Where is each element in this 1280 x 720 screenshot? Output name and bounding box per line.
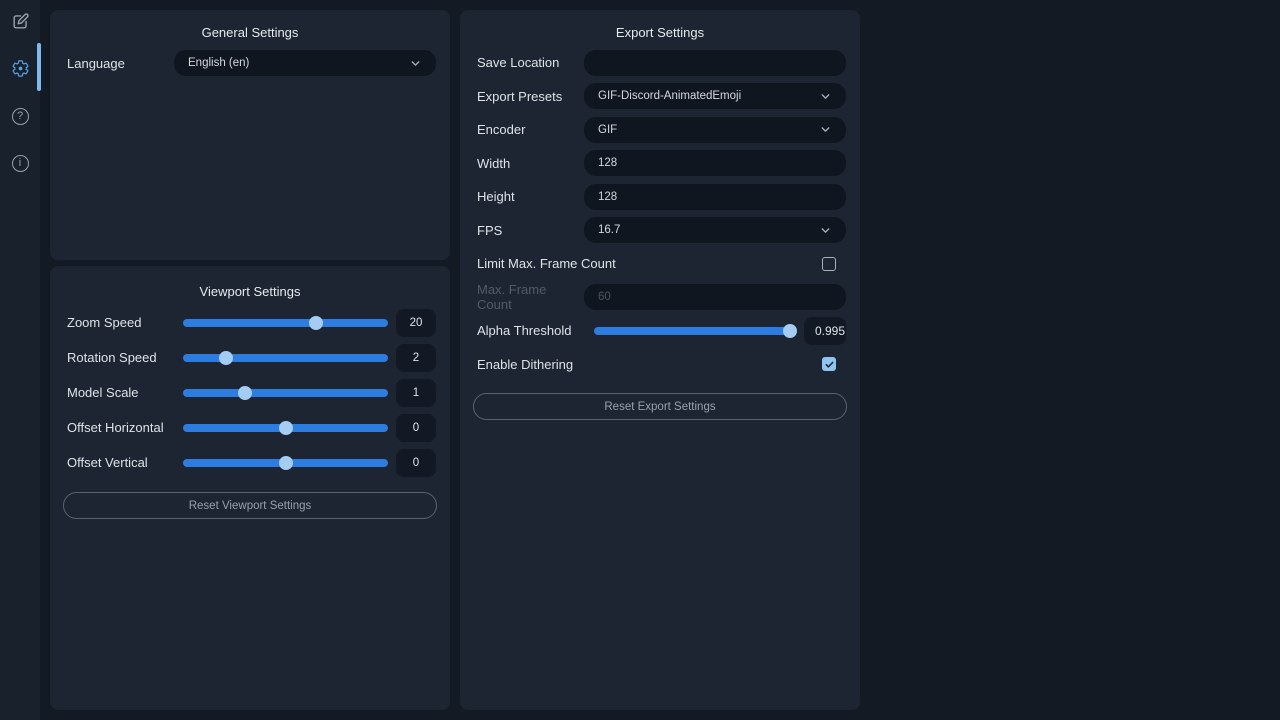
slider-track[interactable] (183, 354, 388, 362)
help-icon: ? (12, 108, 29, 125)
encoder-label: Encoder (477, 122, 584, 137)
zoom-speed-slider[interactable] (183, 316, 388, 330)
slider-thumb[interactable] (279, 421, 293, 435)
language-row: Language English (en) (50, 50, 450, 76)
fps-select[interactable]: 16.7 (584, 217, 846, 243)
enable-dithering-row: Enable Dithering (460, 348, 860, 382)
edit-icon (11, 12, 30, 36)
save-location-row: Save Location (460, 46, 860, 80)
slider-thumb[interactable] (279, 456, 293, 470)
max-frame-count-label: Max. Frame Count (477, 282, 584, 312)
sidebar-item-edit[interactable] (10, 12, 30, 32)
export-presets-row: Export Presets GIF-Discord-AnimatedEmoji (460, 80, 860, 114)
alpha-threshold-row: Alpha Threshold 0.995 (460, 314, 860, 348)
rotation-speed-label: Rotation Speed (67, 350, 183, 365)
reset-export-settings-button[interactable]: Reset Export Settings (473, 393, 847, 420)
limit-max-frame-count-label: Limit Max. Frame Count (477, 256, 616, 271)
rotation-speed-value: 2 (396, 344, 436, 372)
gear-icon (11, 59, 30, 83)
chevron-down-icon (819, 123, 832, 136)
fps-row: FPS 16.7 (460, 214, 860, 248)
offset-horizontal-label: Offset Horizontal (67, 420, 183, 435)
offset-horizontal-value: 0 (396, 414, 436, 442)
slider-thumb[interactable] (309, 316, 323, 330)
offset-vertical-label: Offset Vertical (67, 455, 183, 470)
fps-label: FPS (477, 223, 584, 238)
enable-dithering-label: Enable Dithering (477, 357, 573, 372)
alpha-threshold-slider[interactable] (594, 324, 796, 338)
width-input[interactable] (584, 150, 846, 176)
language-select[interactable]: English (en) (174, 50, 436, 76)
export-settings-title: Export Settings (460, 10, 860, 40)
sidebar-item-settings[interactable] (10, 59, 30, 79)
encoder-value: GIF (598, 124, 617, 136)
save-location-input[interactable] (584, 50, 846, 76)
max-frame-count-row: Max. Frame Count (460, 281, 860, 315)
export-presets-value: GIF-Discord-AnimatedEmoji (598, 90, 741, 102)
offset-vertical-row: Offset Vertical 0 (50, 445, 450, 480)
max-frame-count-input (584, 284, 846, 310)
export-presets-select[interactable]: GIF-Discord-AnimatedEmoji (584, 83, 846, 109)
model-scale-value: 1 (396, 379, 436, 407)
active-tab-indicator (37, 43, 41, 91)
offset-vertical-slider[interactable] (183, 456, 388, 470)
chevron-down-icon (819, 224, 832, 237)
rotation-speed-slider[interactable] (183, 351, 388, 365)
info-icon: i (12, 155, 29, 172)
offset-horizontal-row: Offset Horizontal 0 (50, 410, 450, 445)
slider-thumb[interactable] (783, 324, 797, 338)
viewport-settings-panel: Viewport Settings Zoom Speed 20 Rotation… (50, 266, 450, 710)
height-row: Height (460, 180, 860, 214)
alpha-threshold-label: Alpha Threshold (477, 323, 584, 338)
export-settings-panel: Export Settings Save Location Export Pre… (460, 10, 860, 710)
height-input[interactable] (584, 184, 846, 210)
model-scale-slider[interactable] (183, 386, 388, 400)
alpha-threshold-value: 0.995 (804, 317, 846, 345)
model-scale-label: Model Scale (67, 385, 183, 400)
general-settings-panel: General Settings Language English (en) (50, 10, 450, 260)
sidebar-item-help[interactable]: ? (10, 106, 30, 126)
model-scale-row: Model Scale 1 (50, 375, 450, 410)
language-select-value: English (en) (188, 57, 249, 69)
height-label: Height (477, 189, 584, 204)
width-row: Width (460, 147, 860, 181)
encoder-select[interactable]: GIF (584, 117, 846, 143)
reset-viewport-settings-button[interactable]: Reset Viewport Settings (63, 492, 437, 519)
offset-vertical-value: 0 (396, 449, 436, 477)
language-label: Language (67, 56, 174, 71)
slider-thumb[interactable] (238, 386, 252, 400)
slider-track[interactable] (594, 327, 796, 335)
zoom-speed-value: 20 (396, 309, 436, 337)
chevron-down-icon (409, 57, 422, 70)
width-label: Width (477, 156, 584, 171)
limit-max-frame-count-checkbox[interactable] (822, 257, 836, 271)
rotation-speed-row: Rotation Speed 2 (50, 340, 450, 375)
viewport-settings-title: Viewport Settings (50, 266, 450, 299)
slider-track[interactable] (183, 319, 388, 327)
enable-dithering-checkbox[interactable] (822, 357, 836, 371)
sidebar: ? i (0, 0, 40, 720)
limit-max-frame-count-row: Limit Max. Frame Count (460, 247, 860, 281)
offset-horizontal-slider[interactable] (183, 421, 388, 435)
slider-track[interactable] (183, 389, 388, 397)
export-presets-label: Export Presets (477, 89, 584, 104)
zoom-speed-label: Zoom Speed (67, 315, 183, 330)
fps-value: 16.7 (598, 224, 620, 236)
zoom-speed-row: Zoom Speed 20 (50, 305, 450, 340)
encoder-row: Encoder GIF (460, 113, 860, 147)
save-location-label: Save Location (477, 55, 584, 70)
general-settings-title: General Settings (50, 10, 450, 40)
sidebar-item-info[interactable]: i (10, 153, 30, 173)
chevron-down-icon (819, 90, 832, 103)
slider-thumb[interactable] (219, 351, 233, 365)
